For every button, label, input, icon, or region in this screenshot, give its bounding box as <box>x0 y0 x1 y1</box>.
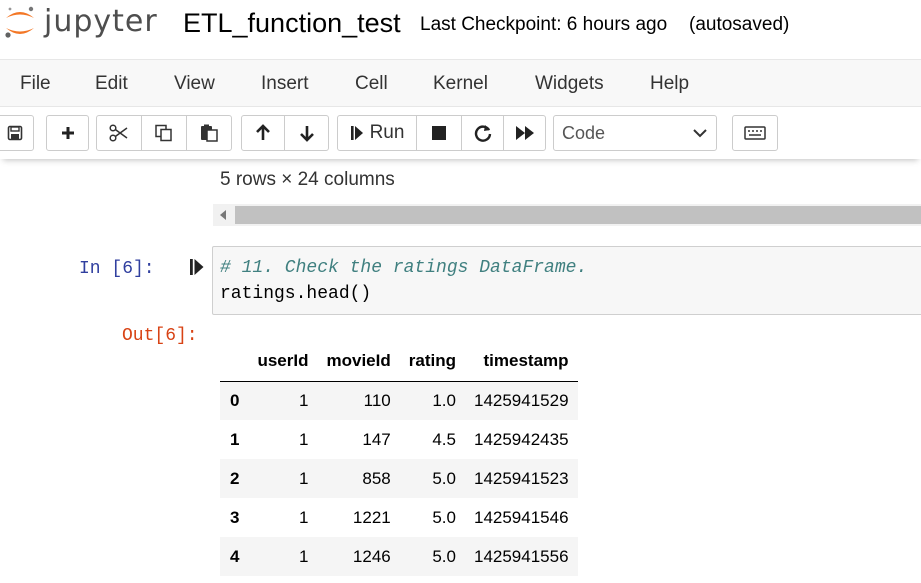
run-icon <box>350 126 363 140</box>
cell-timestamp: 1425941523 <box>473 468 569 488</box>
cell-rating: 5.0 <box>432 546 456 566</box>
checkpoint-status: Last Checkpoint: 6 hours ago <box>420 14 668 35</box>
fast-forward-icon <box>515 126 534 140</box>
keyboard-icon <box>744 126 766 140</box>
menu-cell[interactable]: Cell <box>355 72 388 96</box>
interrupt-button[interactable] <box>416 115 462 151</box>
cell-timestamp: 1425941556 <box>473 546 569 566</box>
table-row: 3 1 1221 5.0 1425941546 <box>220 498 578 537</box>
cell-userid: 1 <box>299 429 309 449</box>
restart-button[interactable] <box>461 115 504 151</box>
column-header-rating: rating <box>399 341 465 382</box>
autosave-status: (autosaved) <box>689 14 790 35</box>
save-icon <box>7 125 23 141</box>
column-header-movieid: movieId <box>317 341 400 382</box>
notebook-name[interactable]: ETL_function_test <box>183 6 401 40</box>
copy-button[interactable] <box>141 115 187 151</box>
table-header-row: userId movieId rating timestamp <box>220 341 578 382</box>
cell-timestamp: 1425941529 <box>473 390 569 410</box>
arrow-up-icon <box>256 124 270 140</box>
table-row: 4 1 1246 5.0 1425941556 <box>220 537 578 576</box>
cell-movieid: 110 <box>363 390 391 410</box>
menu-file[interactable]: File <box>20 72 51 96</box>
jupyter-logo-icon <box>5 6 34 38</box>
row-index: 1 <box>230 429 240 449</box>
menu-kernel[interactable]: Kernel <box>433 72 488 96</box>
scroll-left-arrow-icon[interactable] <box>219 210 227 220</box>
menu-insert[interactable]: Insert <box>261 72 309 96</box>
insert-cell-button[interactable] <box>46 115 89 151</box>
code-comment: # 11. Check the ratings DataFrame. <box>220 258 588 278</box>
chevron-down-icon <box>693 129 707 138</box>
scissors-icon <box>109 124 128 142</box>
move-down-button[interactable] <box>284 115 329 151</box>
horizontal-scrollbar[interactable] <box>213 204 921 226</box>
code-statement: ratings.head() <box>220 284 372 304</box>
command-palette-button[interactable] <box>732 115 778 151</box>
column-header-timestamp: timestamp <box>464 341 578 382</box>
scrollbar-thumb[interactable] <box>235 206 921 224</box>
cell-rating: 5.0 <box>432 468 456 488</box>
restart-run-all-button[interactable] <box>503 115 546 151</box>
cell-userid: 1 <box>299 507 309 527</box>
table-row: 1 1 147 4.5 1425942435 <box>220 420 578 459</box>
jupyter-logo[interactable]: jupyter <box>4 2 158 42</box>
cell-type-value: Code <box>562 123 606 143</box>
notebook-header: jupyter ETL_function_test Last Checkpoin… <box>0 0 921 58</box>
index-header <box>220 341 249 382</box>
menu-view[interactable]: View <box>174 72 215 96</box>
cell-timestamp: 1425941546 <box>473 507 569 527</box>
restart-icon <box>474 125 491 142</box>
table-row: 0 1 110 1.0 1425941529 <box>220 381 578 420</box>
cell-timestamp: 1425942435 <box>473 429 569 449</box>
row-index: 0 <box>230 390 240 410</box>
stop-icon <box>432 126 446 140</box>
jupyter-logo-text: jupyter <box>44 4 158 39</box>
paste-button[interactable] <box>186 115 232 151</box>
save-button[interactable] <box>0 115 34 151</box>
arrow-down-icon <box>299 126 314 142</box>
row-index: 3 <box>230 507 240 527</box>
cell-userid: 1 <box>299 468 309 488</box>
cell-rating: 5.0 <box>432 507 456 527</box>
cell-rating: 1.0 <box>432 390 456 410</box>
cell-movieid: 147 <box>362 429 391 449</box>
cell-rating: 4.5 <box>432 429 456 449</box>
menu-help[interactable]: Help <box>650 72 689 96</box>
cell-userid: 1 <box>299 546 309 566</box>
cell-movieid: 1221 <box>352 507 391 527</box>
run-button-label: Run <box>369 122 405 143</box>
dataframe-table: userId movieId rating timestamp 0 1 110 … <box>220 341 578 576</box>
copy-icon <box>155 124 172 142</box>
cell-movieid: 1246 <box>352 546 391 566</box>
cell-userid: 1 <box>299 390 309 410</box>
toolbar: Run Code <box>0 107 921 159</box>
menu-edit[interactable]: Edit <box>95 72 128 96</box>
plus-icon <box>61 127 74 139</box>
move-up-button[interactable] <box>241 115 285 151</box>
menubar: File Edit View Insert Cell Kernel Widget… <box>0 59 921 107</box>
row-index: 2 <box>230 468 240 488</box>
cut-button[interactable] <box>96 115 142 151</box>
cell-movieid: 858 <box>362 468 391 488</box>
table-row: 2 1 858 5.0 1425941523 <box>220 459 578 498</box>
run-button[interactable]: Run <box>337 115 417 151</box>
input-prompt: In [6]: <box>79 259 155 279</box>
paste-icon <box>201 124 218 142</box>
output-prompt: Out[6]: <box>122 326 198 346</box>
column-header-userid: userId <box>248 341 318 382</box>
run-cell-icon[interactable] <box>189 258 205 276</box>
notebook-container: 5 rows × 24 columns In [6]: # 11. Check … <box>0 159 921 583</box>
cell-type-select[interactable]: Code <box>553 115 717 151</box>
menu-widgets[interactable]: Widgets <box>535 72 604 96</box>
code-input-area[interactable]: # 11. Check the ratings DataFrame. ratin… <box>212 246 921 315</box>
row-index: 4 <box>230 546 240 566</box>
dataframe-shape-text: 5 rows × 24 columns <box>220 169 395 190</box>
